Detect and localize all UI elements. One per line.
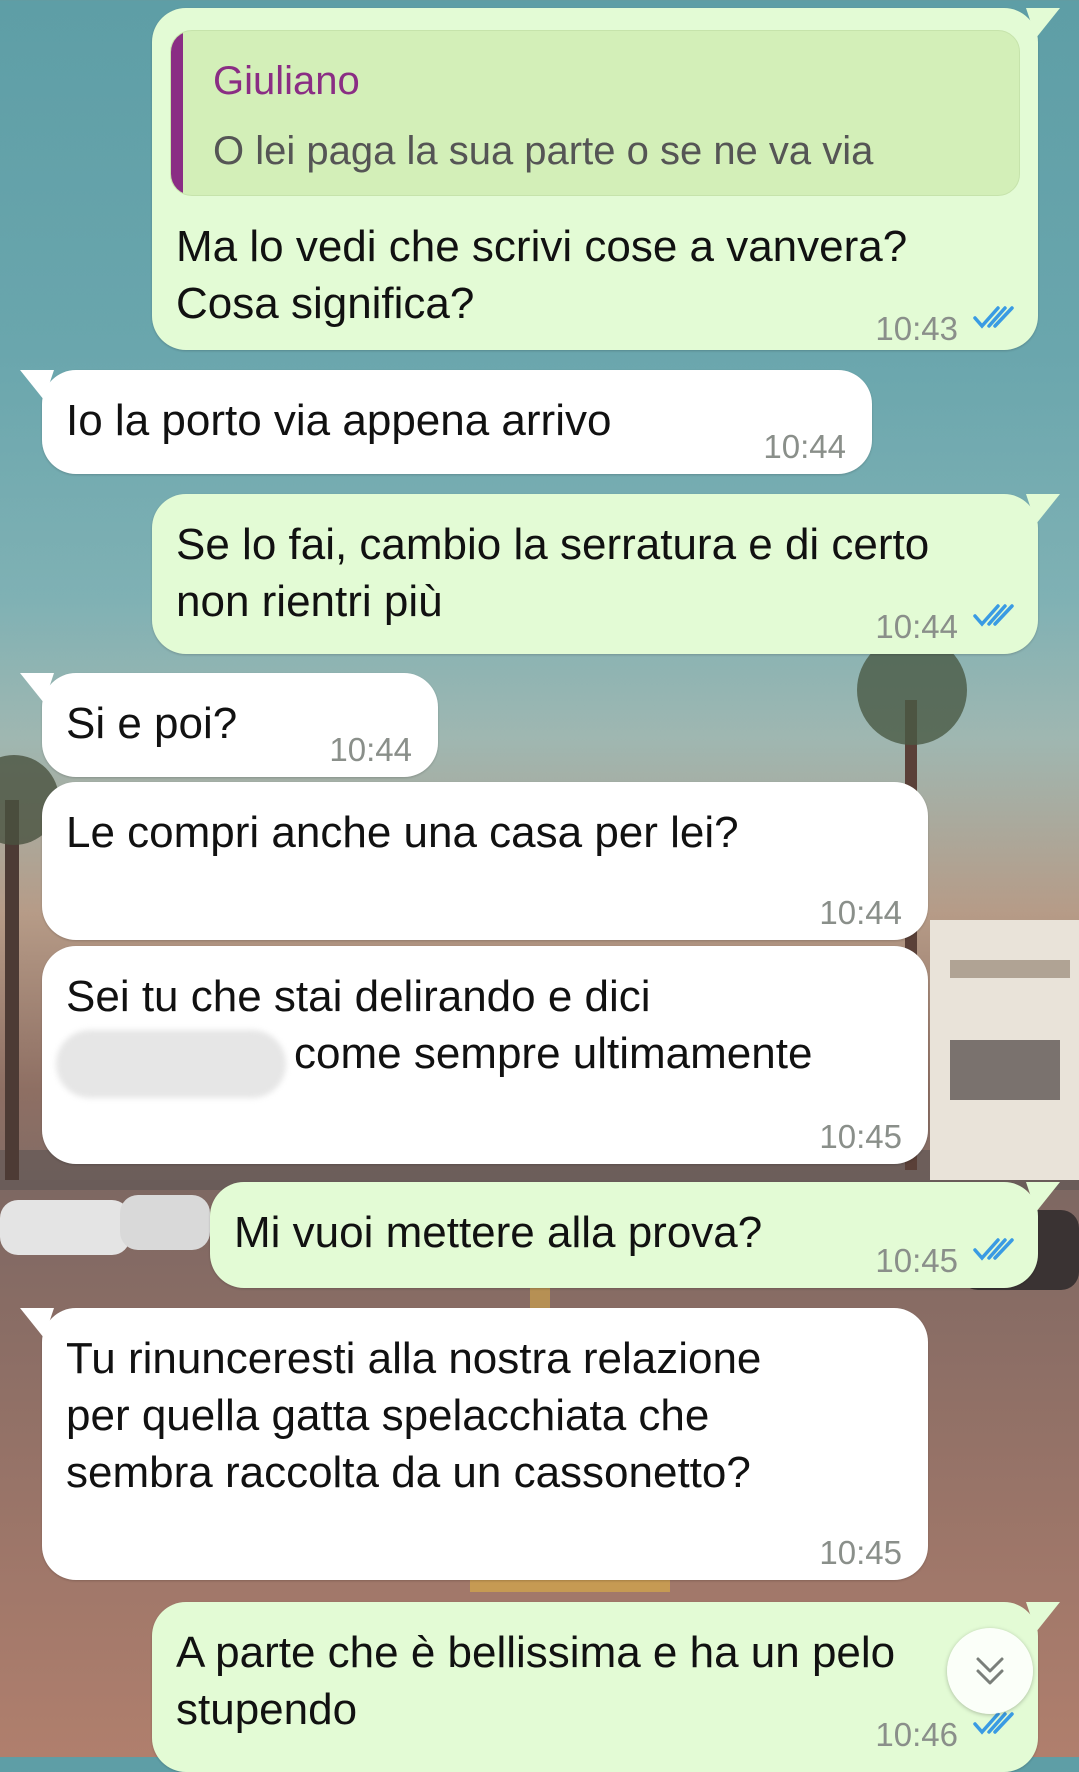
double-chevron-down-icon: [976, 1657, 1004, 1685]
message-text-line: Io la porto via appena arrivo: [66, 396, 612, 445]
message-text-line: come sempre ultimamente: [294, 1029, 813, 1078]
quote-text: O lei paga la sua parte o se ne va via: [213, 129, 874, 173]
message-time: 10:46: [875, 1716, 958, 1753]
double-check-read-icon: [973, 1712, 1014, 1735]
bubble-tail: [1026, 1602, 1060, 1632]
message-time: 10:45: [819, 1118, 902, 1155]
message-time: 10:44: [875, 608, 958, 645]
redacted-text-blur: [56, 1030, 286, 1098]
message-text-line: sembra raccolta da un cassonetto?: [66, 1448, 751, 1497]
bubble-tail: [20, 1308, 54, 1338]
outgoing-message-bubble[interactable]: A parte che è bellissima e ha un pelo st…: [152, 1602, 1060, 1772]
message-time: 10:44: [819, 894, 902, 931]
incoming-message-bubble[interactable]: Si e poi? 10:44: [20, 673, 438, 777]
incoming-message-bubble[interactable]: Tu rinunceresti alla nostra relazione pe…: [20, 1308, 928, 1580]
bubble-tail: [20, 370, 54, 400]
message-text-line: Si e poi?: [66, 699, 238, 748]
message-time: 10:44: [329, 731, 412, 768]
double-check-read-icon: [973, 306, 1014, 329]
message-text-line: stupendo: [176, 1685, 358, 1734]
message-time: 10:43: [875, 310, 958, 347]
scroll-to-bottom-button[interactable]: [947, 1628, 1033, 1714]
quote-accent-bar: [171, 31, 183, 195]
double-check-read-icon: [973, 604, 1014, 627]
bubble-tail: [1026, 8, 1060, 38]
double-check-read-icon: [973, 1238, 1014, 1261]
message-text-line: Cosa significa?: [176, 279, 475, 328]
bubble-tail: [20, 673, 54, 703]
message-text-line: Mi vuoi mettere alla prova?: [234, 1208, 763, 1257]
incoming-message-bubble[interactable]: Io la porto via appena arrivo 10:44: [20, 370, 872, 474]
message-text-line: Sei tu che stai delirando e dici: [66, 972, 651, 1021]
incoming-message-bubble[interactable]: Le compri anche una casa per lei? 10:44: [42, 782, 928, 940]
message-text-line: per quella gatta spelacchiata che: [66, 1391, 710, 1440]
incoming-message-bubble[interactable]: Sei tu che stai delirando e dici come se…: [42, 946, 928, 1164]
bubble-tail: [1026, 1182, 1060, 1212]
message-text-line: A parte che è bellissima e ha un pelo: [176, 1628, 896, 1677]
message-time: 10:44: [763, 428, 846, 465]
quote-author: Giuliano: [213, 59, 360, 103]
message-time: 10:45: [875, 1242, 958, 1279]
message-text-line: Tu rinunceresti alla nostra relazione: [66, 1334, 762, 1383]
message-time: 10:45: [819, 1534, 902, 1571]
outgoing-message-bubble[interactable]: Se lo fai, cambio la serratura e di cert…: [152, 494, 1060, 654]
outgoing-message-bubble[interactable]: Mi vuoi mettere alla prova? 10:45: [210, 1182, 1060, 1288]
message-text-line: Le compri anche una casa per lei?: [66, 808, 739, 857]
quoted-message[interactable]: Giuliano O lei paga la sua parte o se ne…: [170, 30, 1020, 196]
message-text-line: non rientri più: [176, 577, 443, 626]
message-text-line: Ma lo vedi che scrivi cose a vanvera?: [176, 222, 908, 271]
outgoing-message-bubble[interactable]: Giuliano O lei paga la sua parte o se ne…: [152, 8, 1060, 350]
message-text-line: Se lo fai, cambio la serratura e di cert…: [176, 520, 930, 569]
bubble-tail: [1026, 494, 1060, 524]
